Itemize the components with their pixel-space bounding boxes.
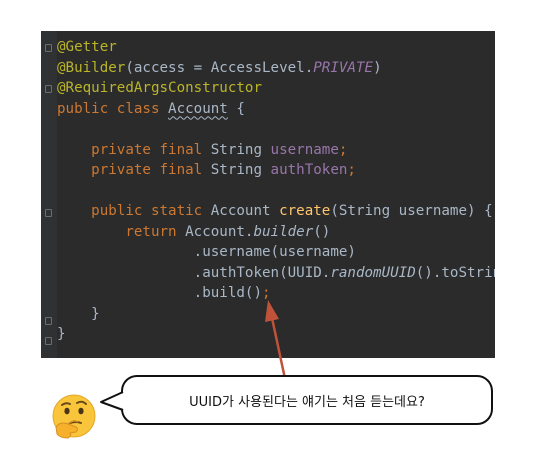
thinking-face-icon xyxy=(52,394,96,439)
page: @Getter @Builder(access = AccessLevel.PRI… xyxy=(0,0,535,463)
